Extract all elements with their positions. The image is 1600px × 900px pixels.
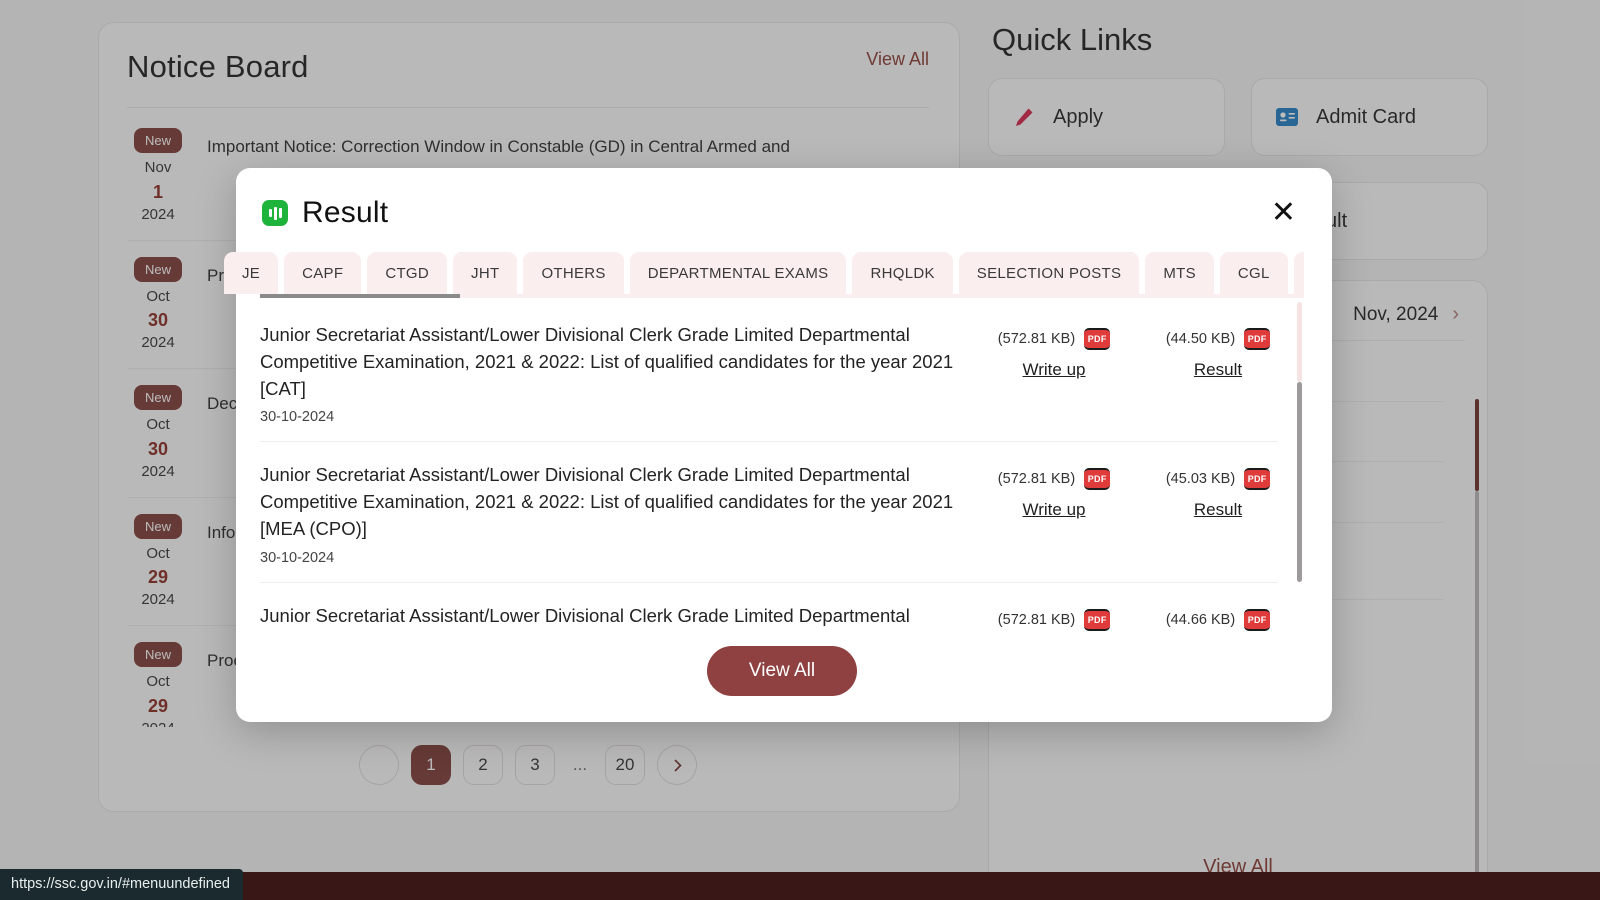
tab-rhqldk[interactable]: RHQLDK: [852, 252, 953, 294]
result-title: Junior Secretariat Assistant/Lower Divis…: [260, 324, 954, 399]
file-meta: (45.03 KB) PDF: [1158, 468, 1278, 491]
bar-chart-icon: [262, 200, 288, 226]
tab-capf[interactable]: CAPF: [284, 252, 362, 294]
pdf-icon: PDF: [1244, 328, 1271, 350]
file-link[interactable]: Write up: [994, 360, 1114, 380]
file-meta: (44.50 KB) PDF: [1158, 328, 1278, 350]
tab-departmental-exams[interactable]: DEPARTMENTAL EXAMS: [629, 252, 847, 294]
file-writeup: (572.81 KB) PDF Write up: [994, 328, 1114, 380]
file-writeup: (572.81 KB) PDF Write up: [994, 608, 1114, 632]
tab-selection-posts[interactable]: SELECTION POSTS: [958, 252, 1140, 294]
modal-title-group: Result: [262, 196, 388, 230]
tab-others[interactable]: OTHERS: [523, 252, 624, 294]
file-meta: (572.81 KB) PDF: [994, 608, 1114, 631]
file-link[interactable]: Result: [1158, 360, 1278, 380]
tab-mts[interactable]: MTS: [1145, 252, 1214, 294]
modal-header: Result ✕: [260, 192, 1304, 230]
pdf-icon: PDF: [1244, 608, 1271, 631]
pdf-icon: PDF: [1084, 608, 1111, 631]
file-meta: (572.81 KB) PDF: [994, 328, 1114, 350]
tab-cedp[interactable]: CEDP: [1293, 252, 1304, 294]
file-meta: (572.81 KB) PDF: [994, 468, 1114, 491]
result-info: Junior Secretariat Assistant/Lower Divis…: [260, 462, 974, 565]
result-info: Junior Secretariat Assistant/Lower Divis…: [260, 603, 974, 632]
view-all-button[interactable]: View All: [706, 646, 858, 696]
tab-ctgd[interactable]: CTGD: [367, 252, 448, 294]
file-result: (45.03 KB) PDF Result: [1158, 468, 1278, 520]
file-writeup: (572.81 KB) PDF Write up: [994, 468, 1114, 520]
tab-jht[interactable]: JHT: [453, 252, 518, 294]
close-icon[interactable]: ✕: [1271, 198, 1296, 228]
pdf-icon: PDF: [1084, 468, 1111, 491]
status-bar-url: https://ssc.gov.in/#menuundefined: [0, 869, 243, 900]
tab-je[interactable]: JE: [224, 252, 279, 294]
tab-scroll-indicator[interactable]: [260, 294, 1304, 298]
tab-cgl[interactable]: CGL: [1219, 252, 1288, 294]
file-size: (572.81 KB): [997, 331, 1076, 347]
file-size: (44.50 KB): [1165, 331, 1236, 347]
file-meta: (44.66 KB) PDF: [1158, 608, 1278, 631]
file-size: (572.81 KB): [997, 611, 1076, 628]
pdf-icon: PDF: [1084, 328, 1111, 350]
modal-footer: View All: [260, 632, 1304, 722]
modal-scrollbar-thumb[interactable]: [1297, 382, 1302, 582]
file-result: (44.50 KB) PDF Result: [1158, 328, 1278, 380]
file-result: (44.66 KB) PDF Result: [1158, 608, 1278, 632]
file-link[interactable]: Result: [1158, 500, 1278, 520]
tab-strip[interactable]: JE CAPF CTGD JHT OTHERS DEPARTMENTAL EXA…: [224, 252, 1304, 294]
file-size: (572.81 KB): [997, 471, 1076, 488]
tab-strip-wrapper: JE CAPF CTGD JHT OTHERS DEPARTMENTAL EXA…: [224, 252, 1304, 298]
pdf-icon: PDF: [1244, 468, 1271, 491]
result-title: Junior Secretariat Assistant/Lower Divis…: [260, 464, 954, 540]
result-files: (572.81 KB) PDF Write up (44.66 KB) PDF …: [994, 603, 1278, 632]
result-files: (572.81 KB) PDF Write up (44.50 KB) PDF …: [994, 322, 1278, 380]
result-title: Junior Secretariat Assistant/Lower Divis…: [260, 604, 953, 632]
modal-title: Result: [302, 196, 389, 229]
table-row: Junior Secretariat Assistant/Lower Divis…: [260, 302, 1278, 443]
result-files: (572.81 KB) PDF Write up (45.03 KB) PDF …: [994, 462, 1278, 520]
result-info: Junior Secretariat Assistant/Lower Divis…: [260, 322, 974, 425]
table-row: Junior Secretariat Assistant/Lower Divis…: [260, 442, 1278, 583]
file-link[interactable]: Write up: [994, 500, 1114, 520]
result-date: 30-10-2024: [260, 409, 335, 426]
table-row: Junior Secretariat Assistant/Lower Divis…: [260, 583, 1278, 632]
file-size: (45.03 KB): [1165, 471, 1236, 488]
result-list: Junior Secretariat Assistant/Lower Divis…: [260, 302, 1304, 632]
file-size: (44.66 KB): [1165, 611, 1236, 628]
modal-scrollbar-track[interactable]: [1297, 302, 1302, 382]
result-modal: Result ✕ JE CAPF CTGD JHT OTHERS DEPARTM…: [224, 168, 1332, 722]
result-date: 30-10-2024: [260, 549, 335, 566]
